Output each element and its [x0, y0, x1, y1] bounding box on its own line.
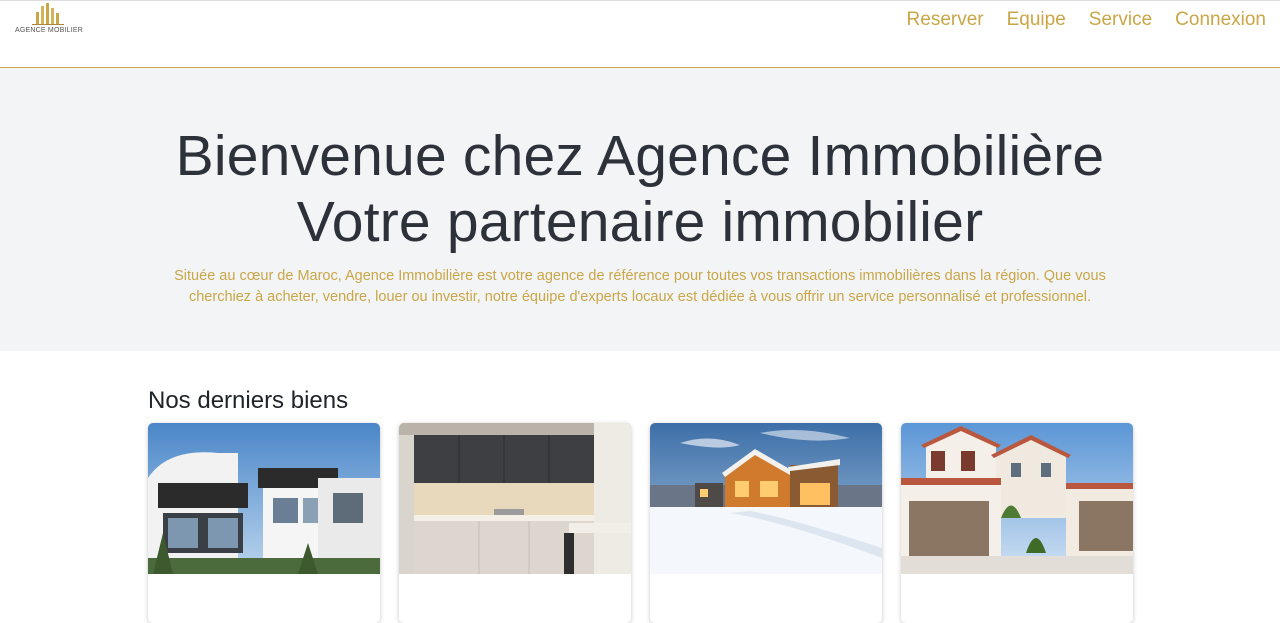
property-card-title	[650, 574, 882, 588]
site-header: AGENCE MOBILIER Reserver Equipe Service …	[0, 1, 1280, 68]
white-house-image	[901, 423, 1133, 574]
nav-link-equipe[interactable]: Equipe	[1007, 9, 1066, 31]
property-card[interactable]	[148, 423, 380, 623]
property-card[interactable]	[901, 423, 1133, 623]
hero-description: Située au cœur de Maroc, Agence Immobili…	[174, 268, 1106, 305]
hero-title-line1: Bienvenue chez Agence Immobilière	[175, 124, 1105, 188]
nav-link-reserver[interactable]: Reserver	[907, 9, 984, 31]
listings-heading: Nos derniers biens	[148, 387, 349, 414]
buildings-logo-icon	[32, 3, 64, 25]
listings-section: Nos derniers biens	[0, 351, 1280, 623]
hero-title-line2: Votre partenaire immobilier	[296, 190, 984, 254]
property-cards	[148, 423, 1280, 623]
property-card-title	[901, 574, 1133, 588]
property-card-title	[148, 574, 380, 588]
property-card[interactable]	[650, 423, 882, 623]
hero-title: Bienvenue chez Agence Immobilière Votre …	[0, 68, 1280, 254]
property-card[interactable]	[399, 423, 631, 623]
house-in-snow-image	[650, 423, 882, 574]
main-nav: Reserver Equipe Service Connexion	[907, 9, 1266, 31]
logo[interactable]: AGENCE MOBILIER	[15, 3, 83, 37]
hero-section: Bienvenue chez Agence Immobilière Votre …	[0, 68, 1280, 351]
modern-kitchen-image	[399, 423, 631, 574]
modern-villa-image	[148, 423, 380, 574]
nav-link-connexion[interactable]: Connexion	[1175, 9, 1266, 31]
logo-text: AGENCE MOBILIER	[15, 27, 83, 34]
property-card-title	[399, 574, 631, 588]
nav-link-service[interactable]: Service	[1089, 9, 1152, 31]
